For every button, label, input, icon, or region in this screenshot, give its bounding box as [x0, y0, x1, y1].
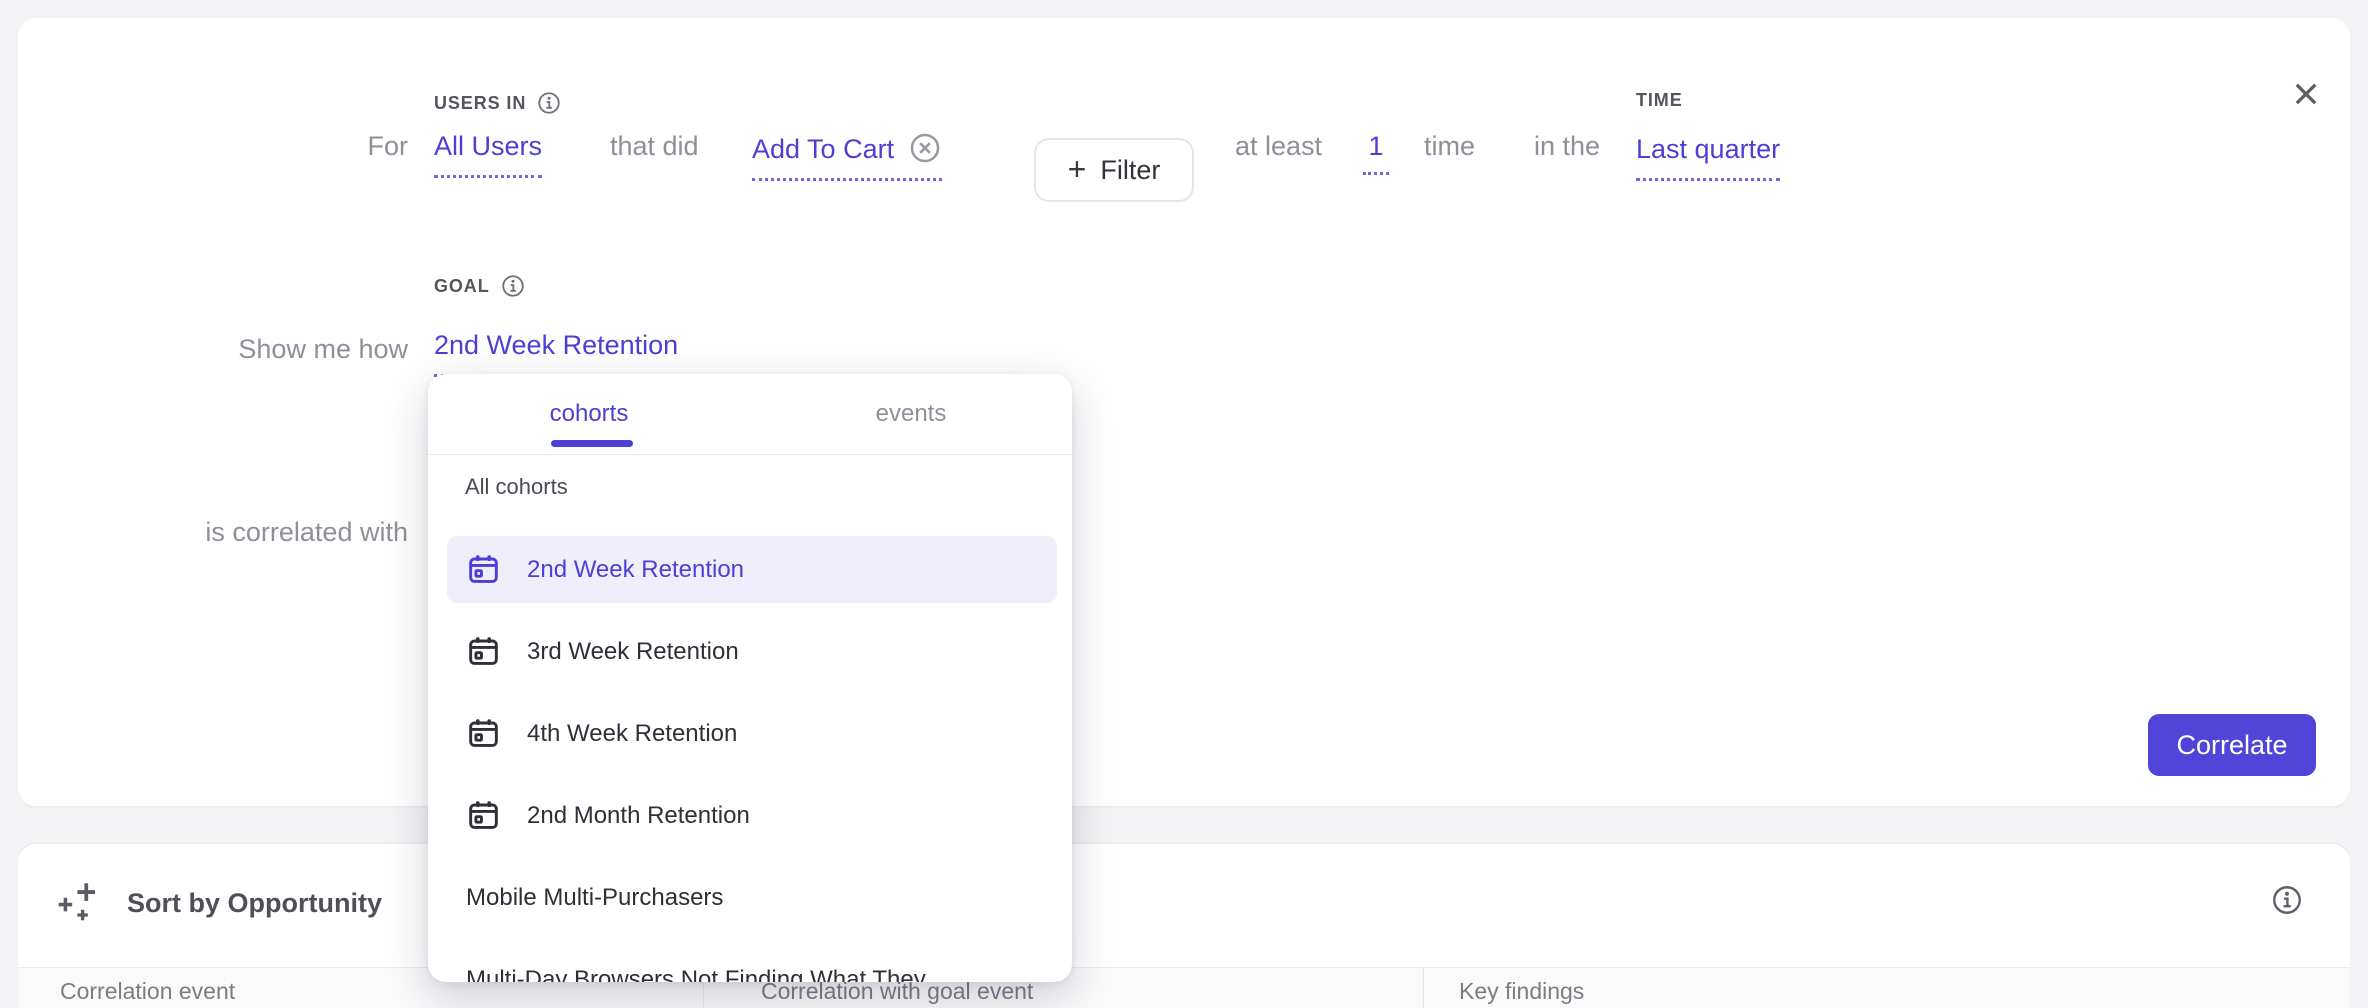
- circle-x-icon[interactable]: [908, 131, 942, 165]
- plus-icon: +: [1068, 153, 1087, 185]
- calendar-icon: [466, 716, 501, 751]
- column-divider: [1423, 968, 1424, 1008]
- cohort-selector[interactable]: All Users: [434, 131, 542, 178]
- list-item-mobile-multi-purchasers[interactable]: Mobile Multi-Purchasers: [428, 864, 1072, 931]
- list-item-4th-week-retention[interactable]: 4th Week Retention: [428, 700, 1072, 767]
- goal-selector[interactable]: 2nd Week Retention: [434, 330, 678, 377]
- sentence-prefix-show-me-how: Show me how: [18, 334, 408, 365]
- info-icon[interactable]: [2270, 883, 2304, 917]
- correlate-button[interactable]: Correlate: [2148, 714, 2316, 776]
- list-item-multi-day-browsers[interactable]: Multi-Day Browsers Not Finding What They: [428, 946, 1072, 982]
- list-item-3rd-week-retention[interactable]: 3rd Week Retention: [428, 618, 1072, 685]
- goal-label: GOAL: [434, 276, 490, 297]
- goal-label-row: GOAL: [434, 273, 526, 299]
- column-header-correlation-event: Correlation event: [60, 978, 235, 1005]
- goal-dropdown: cohorts events All cohorts 2nd Week Rete…: [428, 374, 1072, 982]
- connector-in-the: in the: [1534, 131, 1600, 162]
- column-header-correlation-with-goal: Correlation with goal event: [761, 978, 1033, 1005]
- cohort-section-header: All cohorts: [465, 474, 568, 500]
- dropdown-tabs: cohorts events: [428, 374, 1072, 455]
- sort-by-opportunity-button[interactable]: Sort by Opportunity: [55, 878, 382, 928]
- query-builder-card: USERS IN TIME GOAL For All Users that di…: [18, 18, 2350, 806]
- connector-that-did: that did: [610, 131, 699, 162]
- info-icon[interactable]: [500, 273, 526, 299]
- time-range-selector[interactable]: Last quarter: [1636, 134, 1780, 181]
- calendar-icon: [466, 798, 501, 833]
- results-panel: Sort by Opportunity Correlation event Co…: [18, 844, 2350, 1008]
- add-filter-button[interactable]: + Filter: [1034, 138, 1194, 202]
- sort-sparkle-icon: [55, 878, 105, 928]
- time-label: TIME: [1636, 90, 1683, 111]
- sentence-prefix-for: For: [18, 131, 408, 162]
- info-icon[interactable]: [536, 90, 562, 116]
- active-tab-indicator: [551, 440, 633, 447]
- calendar-icon: [466, 634, 501, 669]
- sentence-prefix-is-correlated-with: is correlated with: [18, 517, 408, 548]
- connector-at-least: at least: [1235, 131, 1322, 162]
- users-in-label: USERS IN: [434, 93, 526, 114]
- results-table-header: Correlation event Correlation with goal …: [18, 968, 2350, 1008]
- count-selector[interactable]: 1: [1363, 131, 1389, 175]
- column-header-key-findings: Key findings: [1459, 978, 1584, 1005]
- calendar-icon: [466, 552, 501, 587]
- event-selector[interactable]: Add To Cart: [752, 131, 942, 181]
- list-item-2nd-week-retention[interactable]: 2nd Week Retention: [447, 536, 1057, 603]
- correlation-page: USERS IN TIME GOAL For All Users that di…: [0, 0, 2368, 1008]
- list-item-2nd-month-retention[interactable]: 2nd Month Retention: [428, 782, 1072, 849]
- close-icon[interactable]: [2286, 74, 2326, 114]
- sort-by-opportunity-label: Sort by Opportunity: [127, 888, 382, 919]
- tab-events[interactable]: events: [750, 374, 1072, 454]
- connector-time: time: [1424, 131, 1475, 162]
- users-in-label-row: USERS IN: [434, 90, 562, 116]
